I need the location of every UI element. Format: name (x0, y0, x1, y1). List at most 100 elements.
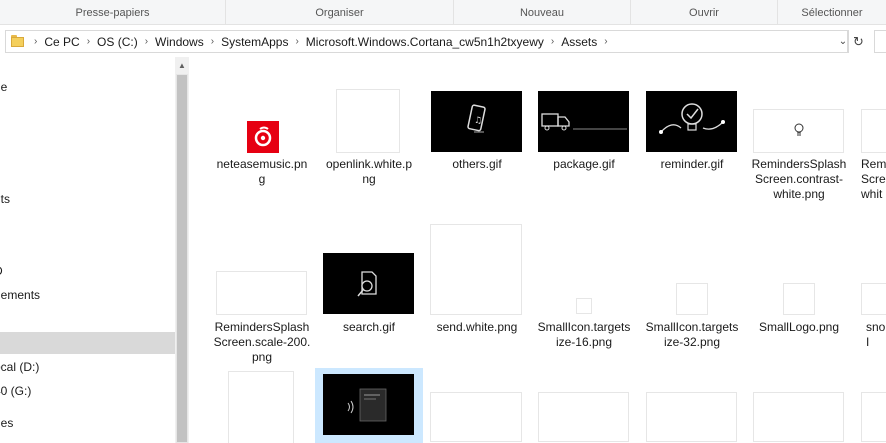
address-bar-row: › Ce PC › OS (C:) › Windows › SystemApps… (0, 26, 886, 56)
thumbnail (646, 91, 737, 152)
file-tile-partial[interactable] (853, 369, 886, 443)
thumbnail (323, 374, 414, 435)
breadcrumb-separator[interactable]: › (143, 36, 150, 47)
breadcrumb-separator[interactable]: › (549, 36, 556, 47)
file-tile[interactable]: SmallIcon.targets ize-32.png (638, 224, 746, 354)
breadcrumb-this-pc[interactable]: Ce PC (39, 35, 84, 49)
file-name: Rem Scre whit (861, 157, 886, 201)
thumbnail: ♫ (431, 91, 522, 152)
file-tile[interactable]: SmallLogo.png (745, 224, 853, 344)
thumbnail (753, 109, 844, 153)
nav-item-selected[interactable] (0, 332, 175, 354)
file-tile[interactable] (530, 369, 638, 443)
nav-item-drive-d[interactable]: ocal (D:) (0, 356, 175, 378)
thumbnail (336, 89, 400, 153)
file-name: sno I (866, 320, 886, 349)
file-name: reminder.gif (660, 157, 724, 171)
refresh-icon[interactable]: ↻ (848, 30, 868, 53)
delivery-truck-icon (541, 113, 627, 131)
nav-item[interactable]: gements (0, 284, 175, 306)
file-name: RemindersSplash Screen.scale-200. png (213, 320, 311, 364)
search-box[interactable] (874, 30, 886, 53)
file-tile[interactable]: SmallIcon.targets ize-16.png (530, 224, 638, 354)
nav-item-label: gements (0, 288, 41, 302)
file-name: send.white.png (436, 320, 518, 334)
file-tile[interactable]: send.white.png (423, 224, 531, 344)
file-tile[interactable]: ♫ others.gif (423, 87, 531, 197)
thumbnail (538, 91, 629, 152)
file-tile[interactable]: RemindersSplash Screen.scale-200. png (208, 224, 316, 364)
thumbnail (538, 392, 629, 442)
thumbnail (753, 392, 844, 442)
scroll-up-arrow-icon[interactable]: ▲ (175, 57, 189, 74)
file-tile-selected[interactable] (315, 368, 423, 443)
file-tile[interactable]: openlink.white.p ng (315, 87, 423, 197)
thumbnail (783, 283, 815, 315)
file-tile[interactable] (638, 369, 746, 443)
breadcrumb-separator[interactable]: › (209, 36, 216, 47)
file-tile[interactable]: RemindersSplash Screen.contrast-white.png (745, 87, 853, 207)
nav-item-drive-g[interactable]: 40 (G:) (0, 380, 175, 402)
breadcrumb-os-c[interactable]: OS (C:) (92, 35, 143, 49)
nav-item-label: 40 (G:) (0, 384, 32, 398)
ribbon-group-clipboard: Presse-papiers (0, 0, 226, 25)
thumbnail (430, 392, 522, 442)
file-name: SmallIcon.targets ize-32.png (645, 320, 739, 349)
svg-text:♫: ♫ (474, 116, 482, 126)
ribbon-group-new: Nouveau (454, 0, 631, 25)
nav-item[interactable]: nts (0, 188, 175, 210)
file-name: neteasemusic.pn g (216, 157, 308, 186)
nav-scrollbar[interactable]: ▲ (175, 57, 189, 443)
file-tile[interactable] (208, 369, 316, 443)
navigation-pane: de nts D gements ocal (D:) 40 (G:) ues (0, 57, 175, 443)
file-name: package.gif (553, 157, 615, 171)
thumbnail (861, 109, 886, 153)
file-tile[interactable] (423, 369, 531, 443)
nav-item-label: ocal (D:) (0, 360, 40, 374)
breadcrumb: › Ce PC › OS (C:) › Windows › SystemApps… (32, 31, 610, 52)
file-tile[interactable]: package.gif (530, 87, 638, 197)
nav-item-label: D (0, 264, 3, 278)
thumbnail (216, 271, 307, 315)
lightbulb-check-icon (659, 103, 725, 134)
nav-item[interactable]: de (0, 76, 175, 98)
file-name: SmallIcon.targets ize-16.png (537, 320, 631, 349)
search-document-icon (357, 271, 377, 297)
ribbon-group-select: Sélectionner (801, 7, 863, 19)
file-tile-partial[interactable]: sno I (853, 224, 886, 354)
thumbnail (576, 298, 592, 314)
file-name: others.gif (452, 157, 502, 171)
file-tile-partial[interactable]: Rem Scre whit (853, 87, 886, 207)
nav-item[interactable]: ues (0, 412, 175, 434)
breadcrumb-separator[interactable]: › (85, 36, 92, 47)
breadcrumb-systemapps[interactable]: SystemApps (216, 35, 293, 49)
breadcrumb-separator[interactable]: › (293, 36, 300, 47)
thumbnail (646, 392, 737, 442)
nav-item-label: ues (0, 416, 14, 430)
scrollbar-thumb[interactable] (176, 74, 188, 443)
thumbnail (430, 224, 522, 315)
file-tile[interactable]: neteasemusic.pn g (208, 87, 316, 197)
nav-item-label: nts (0, 192, 11, 206)
file-tile[interactable] (745, 369, 853, 443)
neteasemusic-logo-icon (247, 121, 279, 153)
file-tile[interactable]: search.gif (315, 224, 423, 344)
breadcrumb-separator[interactable]: › (32, 36, 39, 47)
ribbon-group-organize: Organiser (226, 0, 454, 25)
thumbnail (228, 371, 294, 443)
breadcrumb-separator[interactable]: › (602, 36, 609, 47)
address-bar[interactable]: › Ce PC › OS (C:) › Windows › SystemApps… (5, 30, 848, 53)
nav-item[interactable]: D (0, 260, 175, 282)
thumbnail (323, 253, 414, 314)
file-name: SmallLogo.png (758, 320, 840, 334)
music-phone-icon: ♫ (467, 104, 486, 133)
ribbon-group-open: Ouvrir (631, 0, 778, 25)
file-list: neteasemusic.pn g openlink.white.p ng ♫ ot… (189, 57, 886, 443)
breadcrumb-cortana[interactable]: Microsoft.Windows.Cortana_cw5n1h2txyewy (301, 35, 549, 49)
nav-item-label: de (0, 80, 8, 94)
ribbon-group-bar: Presse-papiers Organiser Nouveau Ouvrir … (0, 0, 886, 25)
file-tile[interactable]: reminder.gif (638, 87, 746, 197)
breadcrumb-windows[interactable]: Windows (150, 35, 209, 49)
file-name: RemindersSplash Screen.contrast-white.png (751, 157, 847, 201)
breadcrumb-assets[interactable]: Assets (556, 35, 602, 49)
